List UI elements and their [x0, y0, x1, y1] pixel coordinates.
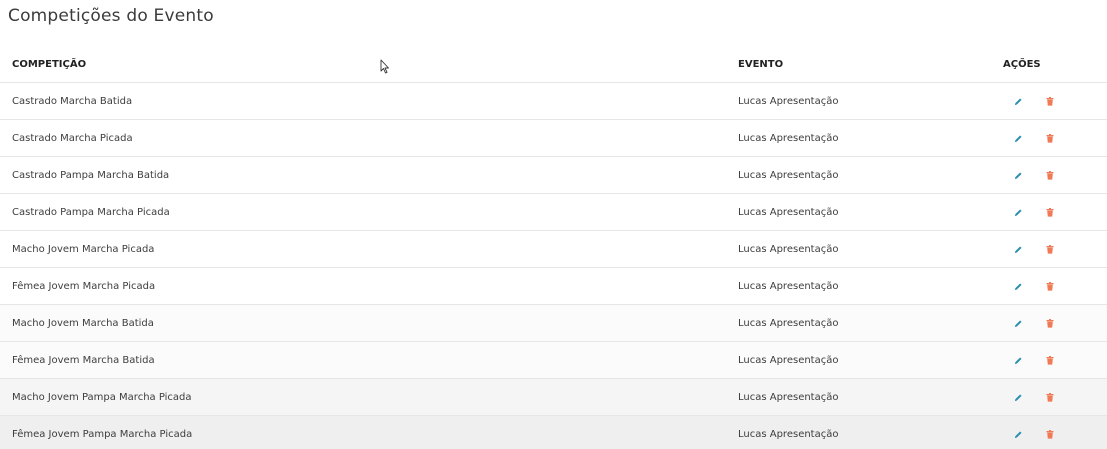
trash-icon	[1046, 355, 1054, 365]
trash-icon	[1046, 392, 1054, 402]
header-competition[interactable]: COMPETIÇÃO	[12, 59, 86, 70]
event-cell: Lucas Apresentação	[738, 280, 839, 292]
delete-button[interactable]	[1045, 133, 1055, 143]
pencil-icon	[1014, 171, 1022, 179]
header-actions: AÇÕES	[1003, 58, 1041, 70]
delete-button[interactable]	[1045, 355, 1055, 365]
delete-button[interactable]	[1045, 207, 1055, 217]
delete-button[interactable]	[1045, 318, 1055, 328]
delete-button[interactable]	[1045, 170, 1055, 180]
row-actions	[1013, 194, 1055, 230]
event-cell: Lucas Apresentação	[738, 354, 839, 366]
trash-icon	[1046, 96, 1054, 106]
table-row: Castrado Pampa Marcha Picada Lucas Aprese…	[0, 194, 1107, 231]
page: Competições do Evento COMPETIÇÃO EVENTO …	[0, 0, 1107, 449]
event-cell: Lucas Apresentação	[738, 95, 839, 107]
competition-cell: Castrado Marcha Picada	[12, 132, 133, 144]
trash-icon	[1046, 170, 1054, 180]
event-cell: Lucas Apresentação	[738, 391, 839, 403]
mouse-cursor-icon	[380, 59, 389, 74]
delete-button[interactable]	[1045, 96, 1055, 106]
trash-icon	[1046, 244, 1054, 254]
edit-button[interactable]	[1013, 281, 1023, 291]
page-title: Competições do Evento	[8, 6, 214, 26]
edit-button[interactable]	[1013, 392, 1023, 402]
event-cell: Lucas Apresentação	[738, 132, 839, 144]
event-cell: Lucas Apresentação	[738, 317, 839, 329]
delete-button[interactable]	[1045, 392, 1055, 402]
trash-icon	[1046, 318, 1054, 328]
competition-cell: Castrado Marcha Batida	[12, 95, 133, 107]
edit-button[interactable]	[1013, 170, 1023, 180]
delete-button[interactable]	[1045, 281, 1055, 291]
event-cell: Lucas Apresentação	[738, 206, 839, 218]
row-actions	[1013, 120, 1055, 156]
table-body: Castrado Marcha Batida Lucas Apresentação…	[0, 83, 1107, 449]
trash-icon	[1046, 281, 1054, 291]
competition-cell: Macho Jovem Marcha Batida	[12, 317, 154, 329]
edit-button[interactable]	[1013, 96, 1023, 106]
delete-button[interactable]	[1045, 429, 1055, 439]
table-row: Macho Jovem Marcha Batida Lucas Apresenta…	[0, 305, 1107, 342]
table-row: Fêmea Jovem Marcha Batida Lucas Apresenta…	[0, 342, 1107, 379]
row-actions	[1013, 231, 1055, 267]
table-row: Castrado Pampa Marcha Batida Lucas Aprese…	[0, 157, 1107, 194]
table-row: Macho Jovem Pampa Marcha Picada Lucas Apr…	[0, 379, 1107, 416]
row-actions	[1013, 342, 1055, 378]
competition-cell: Fêmea Jovem Marcha Batida	[12, 354, 155, 366]
row-actions	[1013, 379, 1055, 415]
event-cell: Lucas Apresentação	[738, 428, 839, 440]
table-header: COMPETIÇÃO EVENTO AÇÕES	[0, 46, 1107, 83]
competition-cell: Fêmea Jovem Marcha Picada	[12, 280, 156, 292]
pencil-icon	[1014, 208, 1022, 216]
edit-button[interactable]	[1013, 318, 1023, 328]
competition-cell: Macho Jovem Marcha Picada	[12, 243, 155, 255]
pencil-icon	[1014, 134, 1022, 142]
delete-button[interactable]	[1045, 244, 1055, 254]
table-row: Fêmea Jovem Marcha Picada Lucas Apresenta…	[0, 268, 1107, 305]
competition-cell: Macho Jovem Pampa Marcha Picada	[12, 391, 192, 403]
pencil-icon	[1014, 430, 1022, 438]
header-event[interactable]: EVENTO	[738, 59, 783, 70]
row-actions	[1013, 305, 1055, 341]
edit-button[interactable]	[1013, 133, 1023, 143]
table-row: Macho Jovem Marcha Picada Lucas Apresenta…	[0, 231, 1107, 268]
pencil-icon	[1014, 356, 1022, 364]
edit-button[interactable]	[1013, 207, 1023, 217]
pencil-icon	[1014, 97, 1022, 105]
pencil-icon	[1014, 282, 1022, 290]
competitions-table: COMPETIÇÃO EVENTO AÇÕES Castrado Marcha …	[0, 46, 1107, 449]
trash-icon	[1046, 133, 1054, 143]
table-row: Castrado Marcha Batida Lucas Apresentação	[0, 83, 1107, 120]
event-cell: Lucas Apresentação	[738, 243, 839, 255]
edit-button[interactable]	[1013, 429, 1023, 439]
trash-icon	[1046, 207, 1054, 217]
edit-button[interactable]	[1013, 244, 1023, 254]
table-row: Castrado Marcha Picada Lucas Apresentação	[0, 120, 1107, 157]
row-actions	[1013, 268, 1055, 304]
trash-icon	[1046, 429, 1054, 439]
event-cell: Lucas Apresentação	[738, 169, 839, 181]
competition-cell: Fêmea Jovem Pampa Marcha Picada	[12, 428, 193, 440]
row-actions	[1013, 83, 1055, 119]
competition-cell: Castrado Pampa Marcha Batida	[12, 169, 170, 181]
pencil-icon	[1014, 319, 1022, 327]
edit-button[interactable]	[1013, 355, 1023, 365]
row-actions	[1013, 157, 1055, 193]
pencil-icon	[1014, 245, 1022, 253]
row-actions	[1013, 416, 1055, 449]
competition-cell: Castrado Pampa Marcha Picada	[12, 206, 170, 218]
pencil-icon	[1014, 393, 1022, 401]
table-row: Fêmea Jovem Pampa Marcha Picada Lucas Apr…	[0, 416, 1107, 449]
